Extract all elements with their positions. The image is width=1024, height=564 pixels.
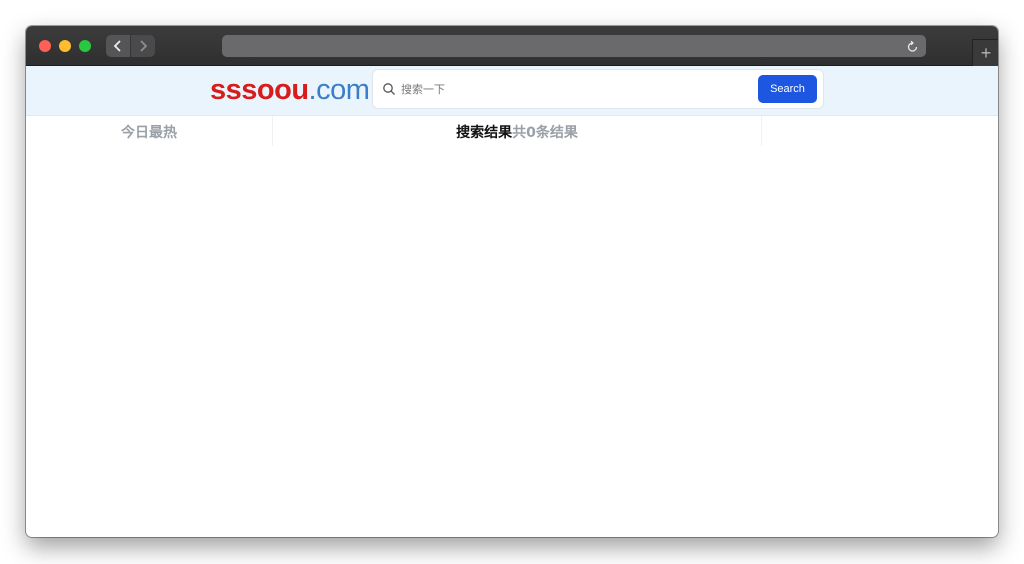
site-header: sssoou.com Search (26, 66, 998, 116)
close-window-button[interactable] (39, 40, 51, 52)
back-button[interactable] (106, 35, 130, 57)
forward-arrow-icon (140, 40, 148, 52)
browser-window: + sssoou.com Search 今日最热 搜索结果共0条结果 (26, 26, 998, 537)
search-icon (383, 83, 395, 95)
logo-domain-suffix: .com (308, 74, 370, 106)
new-tab-button[interactable]: + (972, 39, 998, 66)
back-arrow-icon (113, 40, 121, 52)
results-count: 共0条结果 (512, 125, 578, 141)
site-logo[interactable]: sssoou.com (210, 73, 370, 107)
hot-today-panel: 今日最热 (26, 116, 273, 146)
forward-button[interactable] (131, 35, 155, 57)
hot-today-title: 今日最热 (121, 125, 177, 141)
search-bar: Search (372, 69, 824, 109)
zoom-window-button[interactable] (79, 40, 91, 52)
address-bar[interactable] (222, 35, 926, 57)
results-panel: 搜索结果共0条结果 (273, 116, 762, 146)
logo-text: sssoou (210, 74, 309, 106)
reload-icon (907, 40, 917, 52)
results-label: 搜索结果 (456, 125, 513, 141)
browser-toolbar: + (26, 26, 998, 66)
reload-button[interactable] (904, 38, 920, 54)
plus-icon: + (980, 43, 992, 63)
search-input[interactable] (401, 78, 741, 100)
results-heading: 搜索结果共0条结果 (273, 122, 761, 142)
search-button[interactable]: Search (758, 75, 817, 103)
minimize-window-button[interactable] (59, 40, 71, 52)
